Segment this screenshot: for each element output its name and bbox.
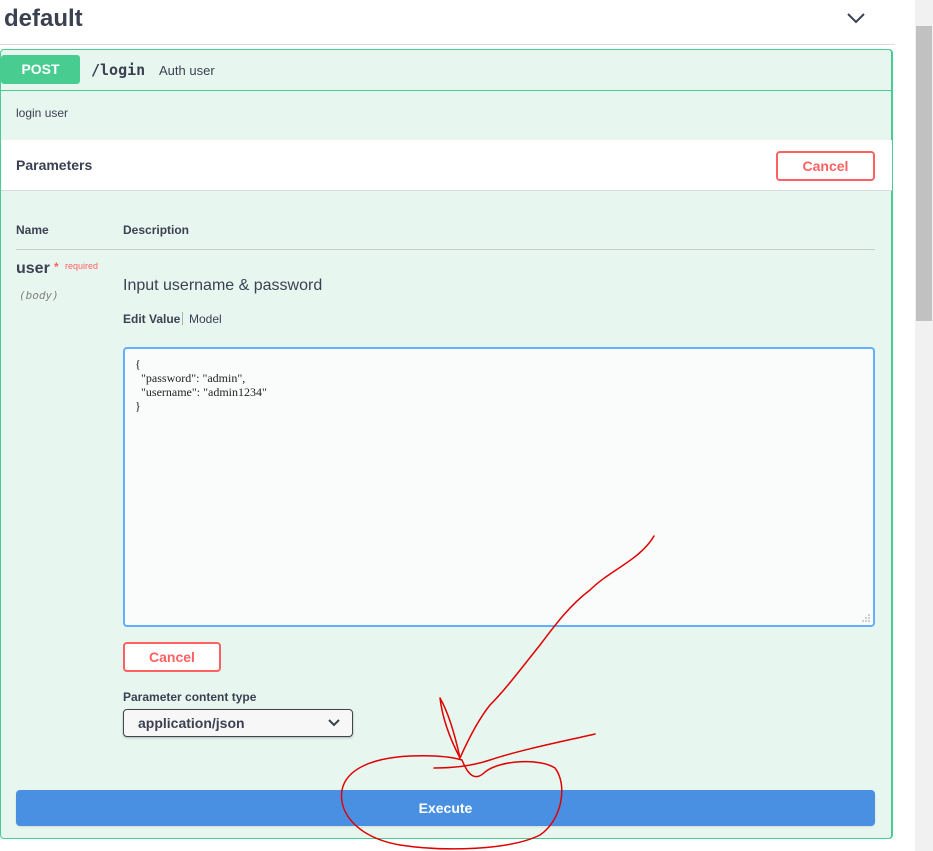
operation-description: login user — [16, 106, 69, 120]
operation-block: POST /login Auth user login user Paramet… — [0, 49, 893, 839]
content-type-value: application/json — [138, 715, 245, 731]
cancel-try-button[interactable]: Cancel — [776, 151, 875, 181]
operation-summary[interactable]: POST /login Auth user — [1, 50, 891, 91]
column-header-description: Description — [123, 223, 190, 237]
method-badge: POST — [1, 55, 80, 84]
column-header-name: Name — [16, 223, 49, 237]
tag-title: default — [4, 5, 83, 32]
required-label: required — [65, 261, 99, 271]
content-type-label: Parameter content type — [123, 690, 257, 704]
cancel-body-button[interactable]: Cancel — [123, 642, 221, 672]
resize-handle-icon[interactable] — [861, 613, 871, 623]
column-divider — [16, 249, 875, 250]
operation-summary-text: Auth user — [159, 63, 215, 78]
tab-divider — [182, 312, 183, 325]
request-body-editor[interactable]: { "password": "admin", "username": "admi… — [123, 347, 875, 627]
parameter-description: Input username & password — [123, 277, 323, 294]
parameter-name: user — [16, 260, 50, 277]
parameter-location: (body) — [19, 289, 59, 302]
parameters-title: Parameters — [16, 157, 93, 173]
scrollbar-thumb[interactable] — [916, 26, 932, 321]
parameters-header: Parameters Cancel — [1, 140, 892, 191]
chevron-down-icon[interactable] — [846, 10, 866, 26]
tag-header[interactable]: default — [0, 0, 895, 45]
operation-path: /login — [91, 61, 146, 79]
tab-edit-value[interactable]: Edit Value — [123, 312, 180, 326]
execute-button[interactable]: Execute — [16, 790, 875, 826]
required-star: * — [54, 260, 59, 274]
content-type-select[interactable]: application/json — [123, 709, 353, 737]
chevron-down-icon — [328, 719, 340, 727]
tab-model[interactable]: Model — [189, 312, 222, 326]
